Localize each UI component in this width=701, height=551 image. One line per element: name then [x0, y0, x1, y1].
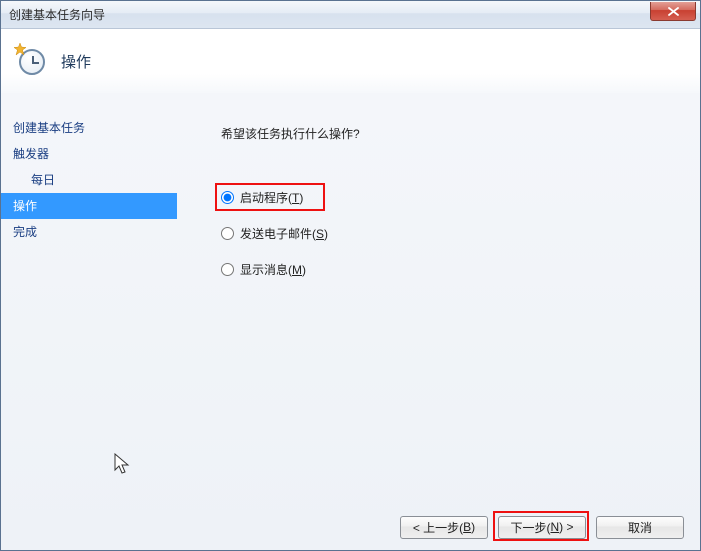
sidebar-item-trigger[interactable]: 触发器: [1, 141, 177, 167]
wizard-footer: < 上一步(B) 下一步(N) > 取消: [1, 504, 700, 550]
spark-icon: [13, 43, 27, 57]
sidebar-item-daily[interactable]: 每日: [1, 167, 177, 193]
page-title: 操作: [61, 51, 91, 72]
sidebar-item-label: 触发器: [13, 147, 49, 161]
sidebar-item-label: 每日: [31, 173, 55, 187]
task-clock-icon: [15, 45, 47, 77]
radio-label: 显示消息(M): [240, 261, 306, 278]
sidebar-item-label: 完成: [13, 225, 37, 239]
main-row: 创建基本任务 触发器 每日 操作 完成 希望该任务执行什么操作? 启动程序(T)…: [1, 93, 700, 504]
window-title: 创建基本任务向导: [9, 6, 105, 23]
close-icon: [668, 7, 679, 16]
next-button[interactable]: 下一步(N) >: [498, 516, 586, 539]
radio-start-program[interactable]: [221, 191, 234, 204]
wizard-header: 操作: [1, 29, 700, 93]
back-button[interactable]: < 上一步(B): [400, 516, 488, 539]
action-prompt: 希望该任务执行什么操作?: [221, 125, 700, 142]
wizard-body: 创建基本任务 触发器 每日 操作 完成 希望该任务执行什么操作? 启动程序(T)…: [1, 93, 700, 550]
sidebar-item-action[interactable]: 操作: [1, 193, 177, 219]
sidebar-item-label: 创建基本任务: [13, 121, 85, 135]
sidebar-item-create-task[interactable]: 创建基本任务: [1, 115, 177, 141]
cancel-button[interactable]: 取消: [596, 516, 684, 539]
sidebar-item-label: 操作: [13, 199, 37, 213]
titlebar: 创建基本任务向导: [1, 1, 700, 29]
option-start-program[interactable]: 启动程序(T): [221, 186, 700, 208]
option-send-email[interactable]: 发送电子邮件(S): [221, 222, 700, 244]
option-show-message[interactable]: 显示消息(M): [221, 258, 700, 280]
wizard-content: 希望该任务执行什么操作? 启动程序(T) 发送电子邮件(S) 显示消息(M): [177, 93, 700, 504]
radio-show-message[interactable]: [221, 263, 234, 276]
sidebar-item-finish[interactable]: 完成: [1, 219, 177, 245]
radio-label: 启动程序(T): [240, 189, 303, 206]
radio-send-email[interactable]: [221, 227, 234, 240]
wizard-window: 创建基本任务向导 操作 创建基本任务 触发器 每日 操作 完成: [0, 0, 701, 551]
close-button[interactable]: [650, 2, 696, 21]
radio-label: 发送电子邮件(S): [240, 225, 328, 242]
wizard-steps-sidebar: 创建基本任务 触发器 每日 操作 完成: [1, 93, 177, 504]
